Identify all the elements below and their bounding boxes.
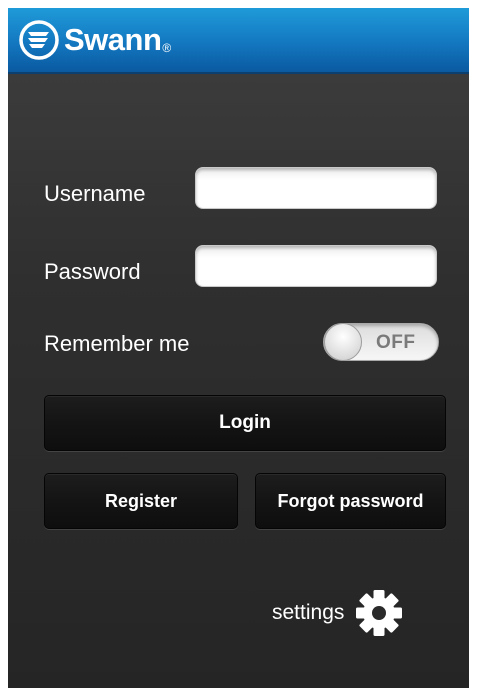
password-label: Password bbox=[44, 259, 141, 284]
gear-icon[interactable] bbox=[354, 588, 404, 638]
register-button-label: Register bbox=[104, 490, 178, 511]
toggle-knob bbox=[324, 323, 362, 361]
remember-me-toggle[interactable]: OFF bbox=[323, 323, 439, 361]
forgot-password-button-label: Forgot password bbox=[277, 490, 424, 511]
swann-logo: Swann ® bbox=[18, 18, 171, 62]
username-input[interactable] bbox=[195, 167, 437, 209]
remember-me-label: Remember me bbox=[44, 331, 190, 356]
settings-link[interactable]: settings bbox=[272, 588, 404, 638]
login-screen: Swann ® Username Password Remember me OF… bbox=[8, 8, 469, 688]
login-button[interactable]: Login bbox=[44, 395, 446, 451]
settings-label: settings bbox=[272, 601, 345, 624]
login-button-label: Login bbox=[219, 412, 271, 433]
header-bar: Swann ® bbox=[8, 8, 469, 74]
logo-registered-mark: ® bbox=[162, 41, 172, 55]
username-label: Username bbox=[44, 181, 146, 206]
password-input[interactable] bbox=[195, 245, 437, 287]
register-button[interactable]: Register bbox=[44, 473, 238, 529]
logo-text: Swann bbox=[64, 22, 162, 57]
toggle-state-text: OFF bbox=[376, 332, 416, 353]
swann-logo-icon bbox=[19, 20, 59, 60]
forgot-password-button[interactable]: Forgot password bbox=[255, 473, 446, 529]
